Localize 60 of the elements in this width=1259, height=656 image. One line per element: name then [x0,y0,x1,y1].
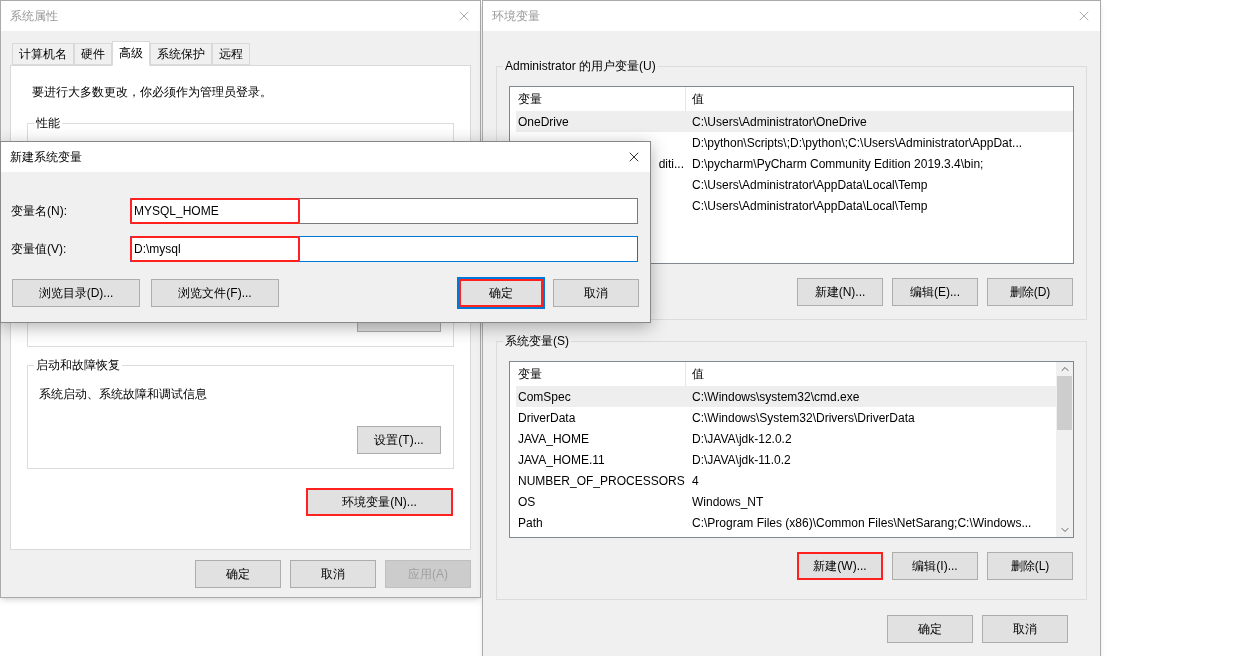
table-cell-text: C:\Users\Administrator\AppData\Local\Temp [691,176,929,194]
dialog-button[interactable]: 浏览文件(F)... [151,279,279,307]
dialog-button[interactable]: 删除(D) [987,278,1073,306]
list-row[interactable]: OneDrive C:\Users\Administrator\OneDrive [516,111,1073,132]
table-cell-text: OS [518,493,536,511]
group-title: 系统变量(S) [503,333,571,349]
dialog-button[interactable]: 新建(N)... [797,278,883,306]
column-header[interactable]: 值 [686,87,1073,111]
table-cell-text: JAVA_HOME.11 [518,451,605,469]
table-cell-text: Path [518,514,543,532]
table-cell-text: NUMBER_OF_PROCESSORS [518,472,685,490]
table-cell-text: D:\pycharm\PyCharm Community Edition 2019.3.4\bin; [691,155,985,173]
table-cell-text: D:\python\Scripts\;D:\python\;C:\Users\Administrator\AppDat... [691,134,1024,152]
table-cell-text: DriverData [518,409,576,427]
scrollbar[interactable] [1056,362,1073,537]
dialog-button[interactable]: 编辑(I)... [892,552,978,580]
list-row[interactable]: ComSpec C:\Windows\system32\cmd.exe [516,386,1056,407]
tab[interactable]: 系统保护 [150,43,212,65]
table-cell-text: C:\Windows\system32\cmd.exe [691,388,861,406]
table-cell-text: OneDrive [518,113,569,131]
window-title: 新建系统变量 [10,149,82,166]
tab[interactable]: 高级 [112,41,150,66]
dialog-button[interactable]: 确定 [887,615,973,643]
dialog-button[interactable]: 确定 [459,279,543,307]
table-cell-text: D:\JAVA\jdk-11.0.2 [691,451,792,469]
column-header[interactable]: 值 [686,362,1056,386]
window-title: 环境变量 [492,8,540,25]
table-cell-text: C:\Users\Administrator\AppData\Local\Temp [691,197,929,215]
table-cell-text: Windows_NT [691,493,765,511]
table-cell-text: C:\Program Files (x86)\Common Files\NetSarang;C:\Windows... [691,514,1033,532]
table-cell-text: diti... [658,155,684,173]
dialog-button[interactable]: 取消 [290,560,376,588]
group-title: 启动和故障恢复 [34,357,122,373]
table-cell-text: C:\Users\Administrator\OneDrive [691,113,868,131]
field-label: 变量名(N): [10,203,68,220]
dialog-button[interactable]: 环境变量(N)... [306,488,453,516]
group-title: Administrator 的用户变量(U) [503,58,658,74]
dialog-button[interactable]: 确定 [195,560,281,588]
tab[interactable]: 硬件 [74,43,112,65]
table-cell-text: 4 [691,472,700,490]
input-field[interactable]: D:\mysql [130,236,638,262]
notice-text: 要进行大多数更改，你必须作为管理员登录。 [31,84,273,101]
table-cell-text: D:\JAVA\jdk-12.0.2 [691,430,793,448]
tab[interactable]: 计算机名 [12,43,74,65]
dialog-button[interactable]: 设置(T)... [357,426,441,454]
dialog-button[interactable]: 浏览目录(D)... [12,279,140,307]
tab[interactable]: 远程 [212,43,250,65]
dialog-button[interactable]: 删除(L) [987,552,1073,580]
group-title: 性能 [34,115,62,131]
input-field[interactable]: MYSQL_HOME [130,198,638,224]
table-cell-text: JAVA_HOME [518,430,589,448]
field-label: 变量值(V): [10,241,68,258]
dialog-button[interactable]: 取消 [553,279,639,307]
dialog-button[interactable]: 编辑(E)... [892,278,978,306]
table-cell-text: C:\Windows\System32\Drivers\DriverData [691,409,916,427]
window-title: 系统属性 [10,8,58,25]
dialog-button[interactable]: 取消 [982,615,1068,643]
group-description: 系统启动、系统故障和调试信息 [39,386,208,403]
dialog-button[interactable]: 新建(W)... [797,552,883,580]
table-cell-text: ComSpec [518,388,571,406]
